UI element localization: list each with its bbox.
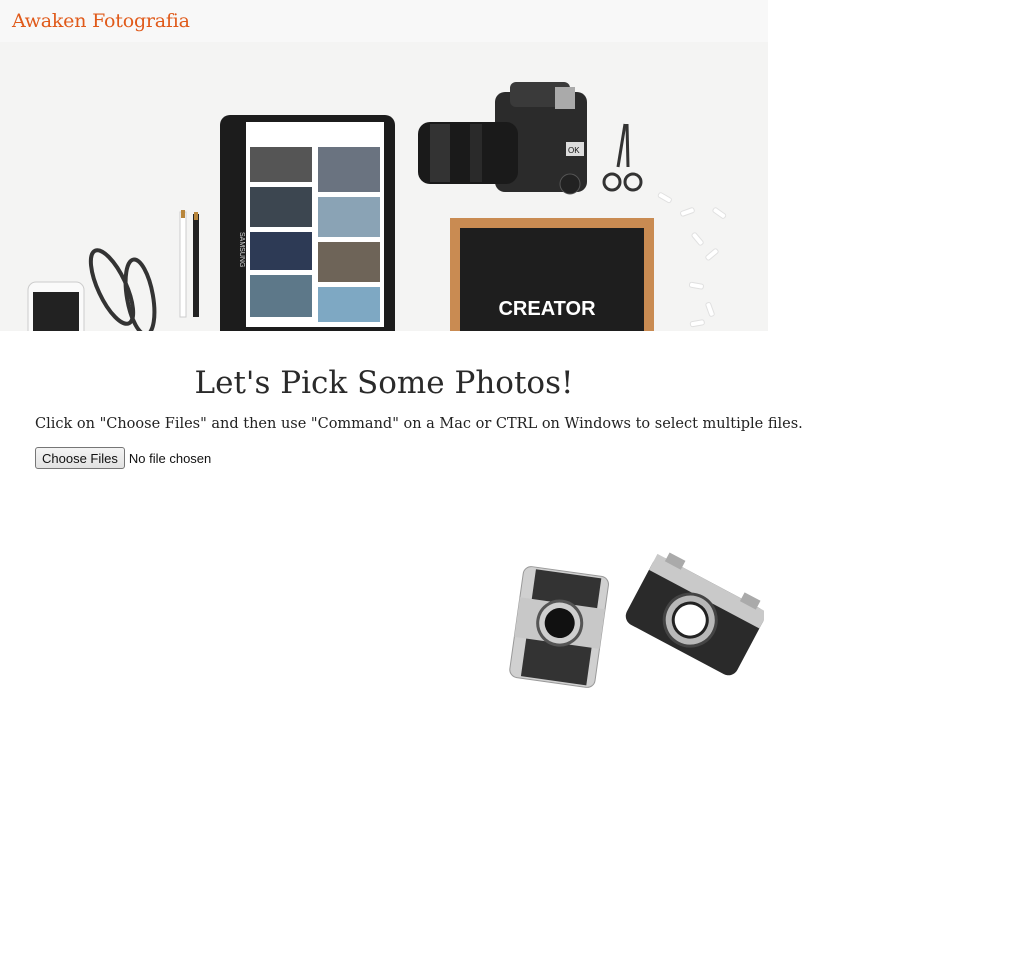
film-camera-icon — [509, 566, 609, 688]
file-status-text: No file chosen — [128, 450, 212, 466]
page-title: Let's Pick Some Photos! — [194, 365, 574, 401]
hero-image: SAMSUNG OK CREATOR — [0, 42, 768, 331]
vintage-cameras-image — [504, 543, 768, 702]
brand-link[interactable]: Awaken Fotografia — [12, 10, 190, 32]
instructions-text: Click on "Choose Files" and then use "Co… — [35, 416, 803, 432]
camera-badge-text: OK — [568, 146, 580, 155]
page: Awaken Fotografia SAMSUNG OK CREATOR — [0, 0, 768, 331]
rangefinder-camera-icon — [625, 552, 768, 676]
letterboard-icon: CREATOR — [450, 218, 654, 331]
choose-files-button[interactable]: Choose Files — [35, 447, 125, 469]
phone-icon — [27, 281, 85, 331]
letterboard-text: CREATOR — [498, 298, 596, 320]
tablet-icon: SAMSUNG — [220, 115, 395, 331]
navbar: Awaken Fotografia — [0, 0, 768, 42]
tablet-brand-text: SAMSUNG — [238, 232, 245, 267]
file-input[interactable]: Choose Files No file chosen — [35, 447, 211, 469]
